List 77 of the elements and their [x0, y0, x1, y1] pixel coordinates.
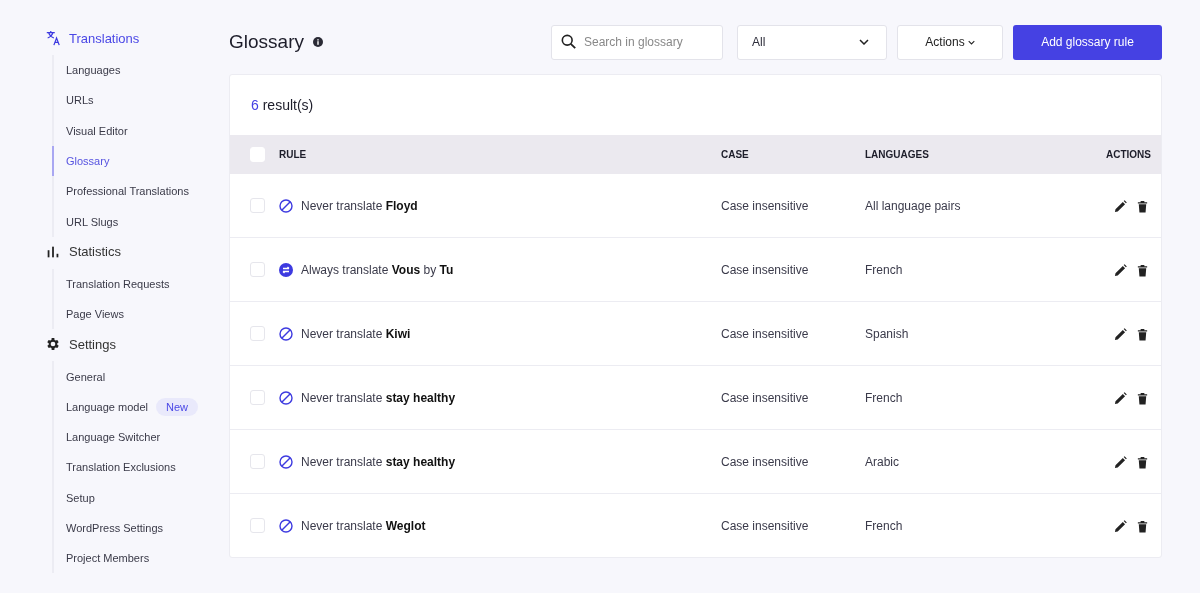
caret-down-icon: [967, 39, 975, 45]
sidebar-item[interactable]: Languages: [66, 64, 121, 77]
sidebar-item[interactable]: Language model: [66, 400, 148, 413]
rule-text: Never translate stay healthy: [301, 390, 456, 405]
forbidden-icon: [279, 390, 293, 405]
table-cell: All language pairs: [865, 198, 961, 213]
results-count: 6 result(s): [250, 96, 315, 115]
edit-icon[interactable]: [1114, 199, 1127, 213]
rule-text: Never translate Kiwi: [301, 326, 411, 341]
search-icon: [561, 33, 577, 50]
delete-icon[interactable]: [1136, 263, 1149, 277]
sidebar-section[interactable]: Settings: [45, 333, 116, 356]
table-cell: French: [865, 262, 903, 277]
table-cell: Spanish: [865, 326, 909, 341]
edit-icon[interactable]: [1114, 519, 1127, 533]
table-cell: Case insensitive: [721, 326, 809, 341]
filter-dropdown[interactable]: All: [737, 24, 887, 60]
delete-icon[interactable]: [1136, 391, 1149, 405]
table-cell: Case insensitive: [721, 198, 809, 213]
row-checkbox[interactable]: [250, 390, 265, 405]
delete-icon[interactable]: [1136, 519, 1149, 533]
actions-button[interactable]: Actions: [897, 24, 1003, 60]
delete-icon[interactable]: [1136, 199, 1149, 213]
sidebar-item[interactable]: General: [66, 370, 106, 383]
row-checkbox[interactable]: [250, 326, 265, 341]
edit-icon[interactable]: [1114, 455, 1127, 469]
delete-icon[interactable]: [1136, 327, 1149, 341]
sidebar-item[interactable]: Translation Requests: [66, 277, 170, 290]
swap-icon: [279, 262, 293, 277]
rule-text: Never translate Weglot: [301, 518, 426, 533]
sidebar-item[interactable]: Project Members: [66, 552, 150, 565]
rule-text: Always translate Vous by Tu: [301, 262, 454, 277]
table-cell: Case insensitive: [721, 390, 809, 405]
forbidden-icon: [279, 198, 293, 213]
sidebar-item[interactable]: WordPress Settings: [66, 522, 163, 534]
edit-icon[interactable]: [1114, 263, 1127, 277]
translate-icon: [45, 30, 61, 46]
page-title: Glossary: [229, 31, 304, 53]
column-header: RULE: [279, 149, 307, 160]
add-rule-button[interactable]: Add glossary rule: [1013, 24, 1162, 60]
row-checkbox[interactable]: [250, 454, 265, 469]
sidebar-item[interactable]: URLs: [66, 94, 94, 107]
forbidden-icon: [279, 518, 293, 533]
column-header: LANGUAGES: [865, 149, 929, 160]
table-cell: French: [865, 390, 903, 405]
row-checkbox[interactable]: [250, 262, 265, 277]
sidebar-item[interactable]: Visual Editor: [66, 124, 128, 137]
table-cell: French: [865, 518, 903, 533]
edit-icon[interactable]: [1114, 327, 1127, 341]
search-field[interactable]: Search in glossary: [551, 24, 723, 60]
table-cell: Case insensitive: [721, 262, 809, 277]
sidebar-item[interactable]: Page Views: [66, 308, 124, 321]
sidebar-item[interactable]: Setup: [66, 491, 95, 504]
column-header: ACTIONS: [1106, 149, 1151, 160]
sidebar-item[interactable]: Translation Exclusions: [66, 461, 176, 474]
sidebar-section[interactable]: Translations: [45, 27, 140, 49]
forbidden-icon: [279, 454, 293, 469]
rule-text: Never translate Floyd: [301, 198, 418, 213]
table-cell: Arabic: [865, 454, 899, 469]
chevron-down-icon: [859, 39, 869, 45]
row-checkbox[interactable]: [250, 198, 265, 213]
info-icon: [312, 37, 323, 47]
sidebar-section[interactable]: Statistics: [45, 240, 121, 263]
sidebar-item[interactable]: Language Switcher: [66, 431, 161, 444]
forbidden-icon: [279, 326, 293, 341]
rule-text: Never translate stay healthy: [301, 454, 456, 469]
settings-icon: [45, 336, 61, 353]
sidebar-item[interactable]: Glossary: [66, 155, 110, 168]
sidebar-item[interactable]: Professional Translations: [66, 185, 189, 198]
sidebar-item[interactable]: URL Slugs: [66, 215, 119, 228]
delete-icon[interactable]: [1136, 455, 1149, 469]
new-badge: New: [155, 397, 198, 416]
edit-icon[interactable]: [1114, 391, 1127, 405]
row-checkbox[interactable]: [250, 518, 265, 533]
table-cell: Case insensitive: [721, 518, 809, 533]
table-cell: Case insensitive: [721, 454, 809, 469]
column-header: CASE: [721, 149, 749, 160]
